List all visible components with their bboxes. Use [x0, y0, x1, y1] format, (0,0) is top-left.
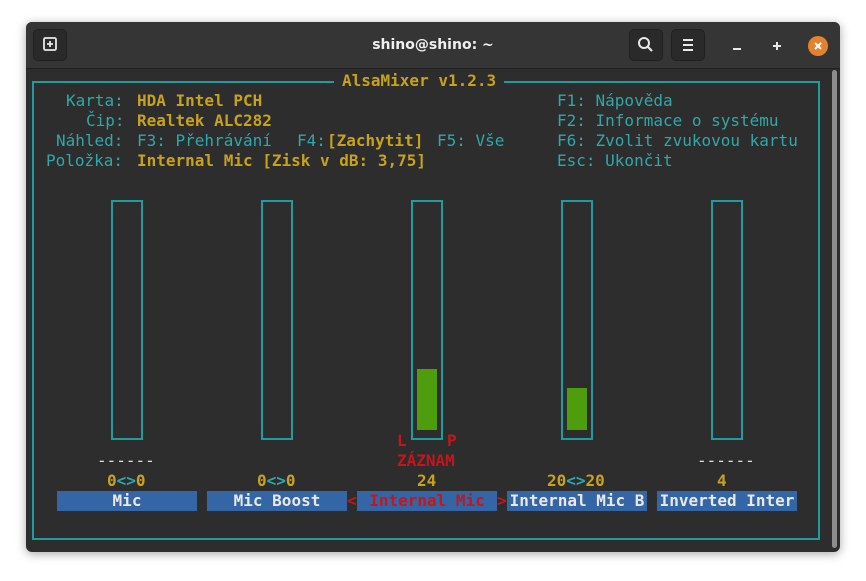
internal-mic-boost-level	[567, 388, 587, 430]
volume-meter-mic[interactable]	[111, 200, 143, 440]
view-capture-key[interactable]: F4:	[297, 131, 326, 151]
mic-volume: 0<>0	[107, 471, 146, 491]
volume-meter-internal-mic[interactable]	[411, 200, 443, 440]
internal-mic-boost-volume-right: 20	[585, 471, 605, 490]
internal-mic-level	[417, 369, 437, 430]
search-icon	[638, 37, 653, 52]
help-f2[interactable]: F2: Informace o systému	[557, 111, 779, 131]
card-label: Karta:	[66, 91, 124, 110]
selection-marker-left: <	[347, 491, 357, 510]
search-button[interactable]	[629, 29, 663, 61]
new-tab-button[interactable]	[33, 29, 67, 61]
window-title: shino@shino: ~	[372, 37, 494, 53]
mic-volume-right: 0	[135, 471, 146, 490]
internal-mic-volume: 24	[417, 471, 437, 490]
mic-dashes: ------	[97, 451, 155, 470]
minimize-icon	[733, 48, 741, 50]
selection-marker-right: >	[497, 491, 507, 510]
capture-label: ZÁZNAM	[397, 451, 455, 470]
capture-right-flag: P	[447, 431, 457, 450]
inverted-volume: 4	[717, 471, 727, 490]
minimize-button[interactable]	[726, 35, 748, 57]
terminal-window: shino@shino: ~ AlsaMixer v1.2.3 Karta: H…	[26, 22, 840, 552]
mic-volume-separator: <>	[116, 471, 136, 490]
capture-left-flag: L	[397, 431, 407, 450]
channel-label-mic[interactable]: Mic	[57, 491, 197, 511]
close-button[interactable]	[808, 36, 828, 56]
help-esc[interactable]: Esc: Ukončit	[557, 151, 673, 171]
close-icon	[814, 42, 822, 50]
mic-boost-volume: 0<>0	[257, 471, 296, 491]
volume-meter-inverted-internal[interactable]	[711, 200, 743, 440]
channel-label-mic-boost[interactable]: Mic Boost	[207, 491, 347, 511]
mic-boost-volume-left: 0	[257, 471, 267, 490]
view-label: Náhled:	[56, 131, 124, 150]
item-value: Internal Mic [Zisk v dB: 3,75]	[137, 151, 426, 170]
channel-label-internal-mic[interactable]: Internal Mic	[357, 491, 497, 511]
view-playback[interactable]: F3: Přehrávání	[137, 131, 272, 151]
hamburger-menu-icon	[683, 39, 693, 51]
mic-boost-volume-separator: <>	[266, 471, 286, 490]
card-value: HDA Intel PCH	[137, 91, 263, 110]
title-bar: shino@shino: ~	[26, 22, 840, 69]
app-title: AlsaMixer v1.2.3	[334, 71, 505, 91]
maximize-icon	[773, 42, 781, 50]
view-capture-active[interactable]: [Zachytit]	[327, 131, 423, 151]
channel-label-inverted-internal[interactable]: Inverted Inter	[657, 491, 797, 511]
help-f6[interactable]: F6: Zvolit zvukovou kartu	[557, 131, 798, 151]
chip-label: Čip:	[86, 111, 125, 130]
help-f1[interactable]: F1: Nápověda	[557, 91, 673, 111]
item-label: Položka:	[46, 151, 124, 170]
scrollbar[interactable]	[832, 70, 837, 548]
channel-label-internal-mic-boost[interactable]: Internal Mic B	[507, 491, 647, 511]
chip-value: Realtek ALC282	[137, 111, 272, 130]
mic-volume-left: 0	[107, 471, 117, 490]
maximize-button[interactable]	[766, 35, 788, 57]
volume-meter-internal-mic-boost[interactable]	[561, 200, 593, 440]
volume-meter-mic-boost[interactable]	[261, 200, 293, 440]
mic-boost-volume-right: 0	[285, 471, 296, 490]
menu-button[interactable]	[671, 29, 705, 61]
inverted-dashes: ------	[697, 451, 755, 470]
view-all[interactable]: F5: Vše	[437, 131, 504, 151]
new-tab-icon	[43, 37, 57, 51]
internal-mic-boost-volume-separator: <>	[566, 471, 586, 490]
internal-mic-boost-volume-left: 20	[547, 471, 567, 490]
internal-mic-boost-volume: 20<>20	[547, 471, 605, 491]
